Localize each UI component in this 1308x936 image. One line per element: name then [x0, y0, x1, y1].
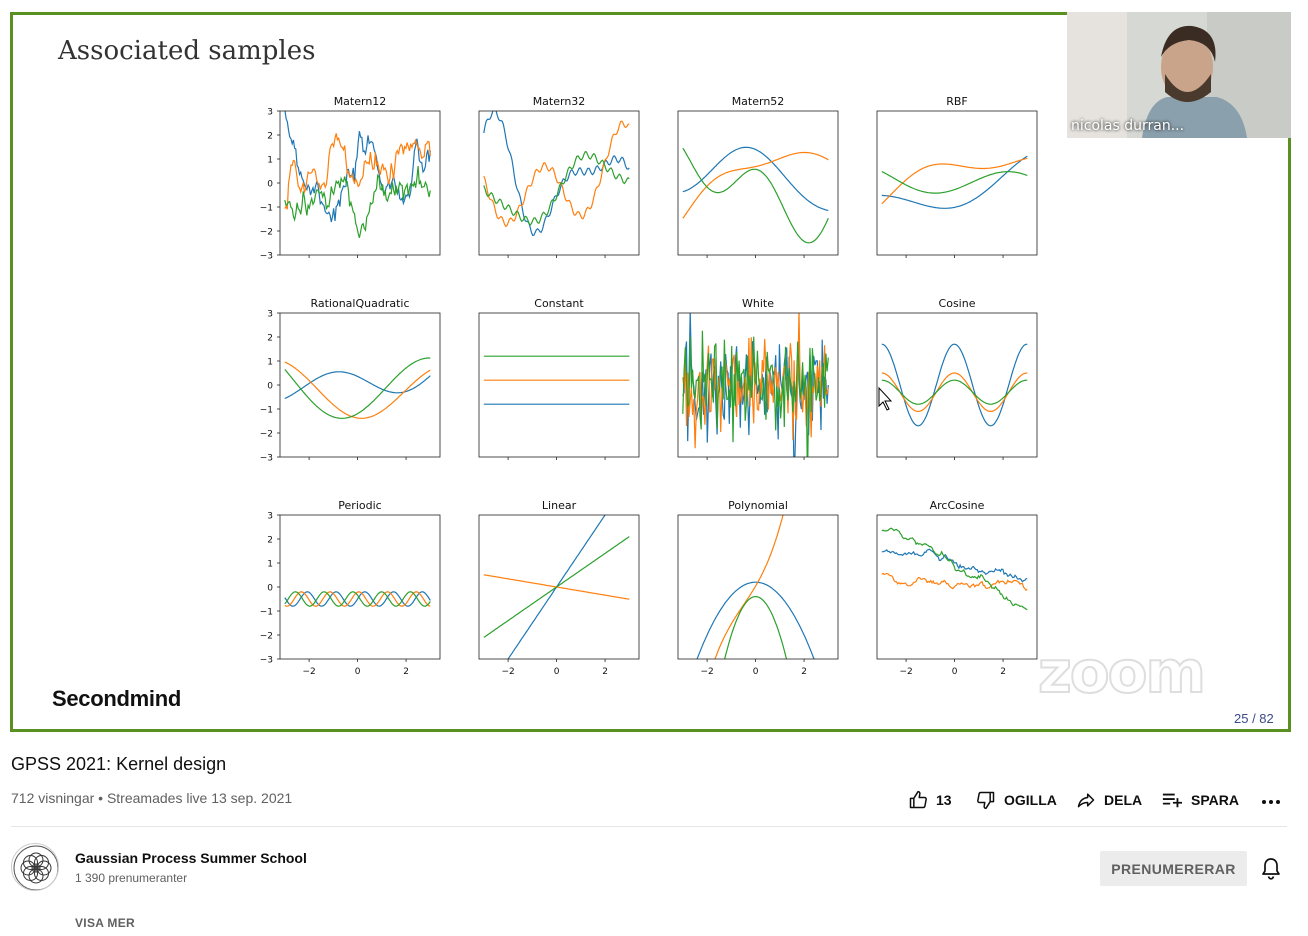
subplot-frame [279, 514, 441, 660]
webcam-thumbnail: nicolas durran... [1067, 12, 1291, 138]
y-tick-label: 1 [267, 358, 273, 368]
bell-icon [1262, 858, 1280, 880]
y-tick-label: −2 [260, 632, 273, 642]
thumbs-down-icon [977, 791, 995, 810]
subplot-frame [876, 110, 1038, 256]
y-tick-label: −2 [260, 228, 273, 238]
subplot-frame [478, 312, 640, 458]
subplot-frame [677, 110, 839, 256]
more-actions-button[interactable] [1260, 789, 1282, 811]
y-tick-label: −3 [260, 252, 273, 262]
subplot-title: Matern12 [334, 95, 387, 108]
y-tick-label: 3 [267, 512, 273, 522]
dislike-button[interactable]: OGILLA [976, 789, 1057, 811]
series-line-1 [881, 343, 1028, 427]
series-line-2 [881, 157, 1028, 205]
y-tick-label: −3 [260, 656, 273, 666]
series-line-1 [284, 111, 431, 223]
subplot-title: Linear [542, 499, 577, 512]
x-tick-label: −2 [501, 667, 514, 677]
save-label: SPARA [1191, 792, 1239, 808]
series-line-1 [284, 371, 431, 400]
y-tick-label: −2 [260, 430, 273, 440]
subplot-title: RationalQuadratic [310, 297, 409, 310]
series-line-1 [696, 581, 815, 659]
y-tick-label: 2 [267, 536, 273, 546]
video-meta: 712 visningar • Streamades live 13 sep. … [11, 790, 293, 806]
y-tick-label: 2 [267, 334, 273, 344]
video-title: GPSS 2021: Kernel design [11, 754, 227, 774]
subplot-frame [279, 312, 441, 458]
subplot-title: Periodic [338, 499, 381, 512]
subscriber-count: 1 390 prenumeranter [75, 871, 188, 885]
webcam-participant-name: nicolas durran... [1071, 118, 1185, 134]
subplot-frame [876, 514, 1038, 660]
y-tick-label: 1 [267, 156, 273, 166]
y-tick-label: 3 [267, 310, 273, 320]
x-tick-label: 2 [602, 667, 608, 677]
x-tick-label: 0 [355, 667, 361, 677]
subplot-title: Polynomial [728, 499, 788, 512]
section-divider [11, 826, 1287, 827]
x-tick-label: −2 [700, 667, 713, 677]
subscribe-button[interactable]: PRENUMERERAR [1100, 851, 1247, 886]
subplot-title: Constant [534, 297, 584, 310]
subplot-frame [677, 514, 839, 660]
subplot-title: Matern32 [533, 95, 586, 108]
series-line-2 [881, 372, 1028, 413]
x-tick-label: −2 [302, 667, 315, 677]
like-count: 13 [936, 792, 952, 808]
y-tick-label: 0 [267, 180, 273, 190]
x-tick-label: 2 [1000, 667, 1006, 677]
share-label: DELA [1104, 792, 1143, 808]
share-button[interactable]: DELA [1076, 789, 1142, 811]
series-line-3 [284, 165, 431, 238]
slide-page-counter: 25 / 82 [1234, 711, 1274, 726]
more-horizontal-icon [1262, 800, 1280, 804]
y-tick-label: −1 [260, 608, 273, 618]
subplot-title: Matern52 [732, 95, 785, 108]
brand-logo: Secondmind [52, 686, 182, 711]
mouse-cursor-icon [878, 386, 893, 411]
video-player[interactable]: Associated samples Matern12 −3 −2 −1 0 1 2 3 Mat… [0, 0, 1308, 736]
y-tick-label: 1 [267, 560, 273, 570]
series-line-3 [881, 379, 1028, 405]
y-tick-label: 0 [267, 382, 273, 392]
y-tick-label: −3 [260, 454, 273, 464]
dislike-label: OGILLA [1004, 792, 1057, 808]
y-tick-label: −1 [260, 406, 273, 416]
series-line-1 [682, 146, 829, 212]
x-tick-label: 2 [801, 667, 807, 677]
series-line-2 [682, 151, 829, 219]
x-tick-label: 2 [403, 667, 409, 677]
channel-name[interactable]: Gaussian Process Summer School [75, 850, 307, 866]
y-tick-label: 3 [267, 108, 273, 118]
x-tick-label: 0 [753, 667, 759, 677]
share-icon [1077, 793, 1095, 808]
x-tick-label: 0 [952, 667, 958, 677]
subplot-title: ArcCosine [930, 499, 985, 512]
save-button[interactable]: SPARA [1161, 789, 1239, 811]
subplot-title: Cosine [939, 297, 976, 310]
y-tick-label: −1 [260, 204, 273, 214]
x-tick-label: −2 [899, 667, 912, 677]
x-tick-label: 0 [554, 667, 560, 677]
series-line-3 [682, 147, 829, 244]
notification-bell-button[interactable] [1260, 857, 1282, 886]
series-line-3 [881, 527, 1028, 611]
series-line-3 [483, 536, 630, 638]
flower-logo-icon [13, 845, 58, 890]
subplot-title: RBF [946, 95, 968, 108]
channel-avatar[interactable] [11, 843, 59, 891]
playlist-add-icon [1162, 793, 1182, 808]
thumbs-up-icon [909, 790, 927, 809]
y-tick-label: 2 [267, 132, 273, 142]
show-more-link[interactable]: VISA MER [75, 916, 135, 930]
series-line-2 [881, 572, 1028, 592]
like-button[interactable]: 13 [908, 789, 952, 811]
subplot-title: White [742, 297, 774, 310]
zoom-watermark: zoom [1037, 637, 1207, 707]
y-tick-label: 0 [267, 584, 273, 594]
